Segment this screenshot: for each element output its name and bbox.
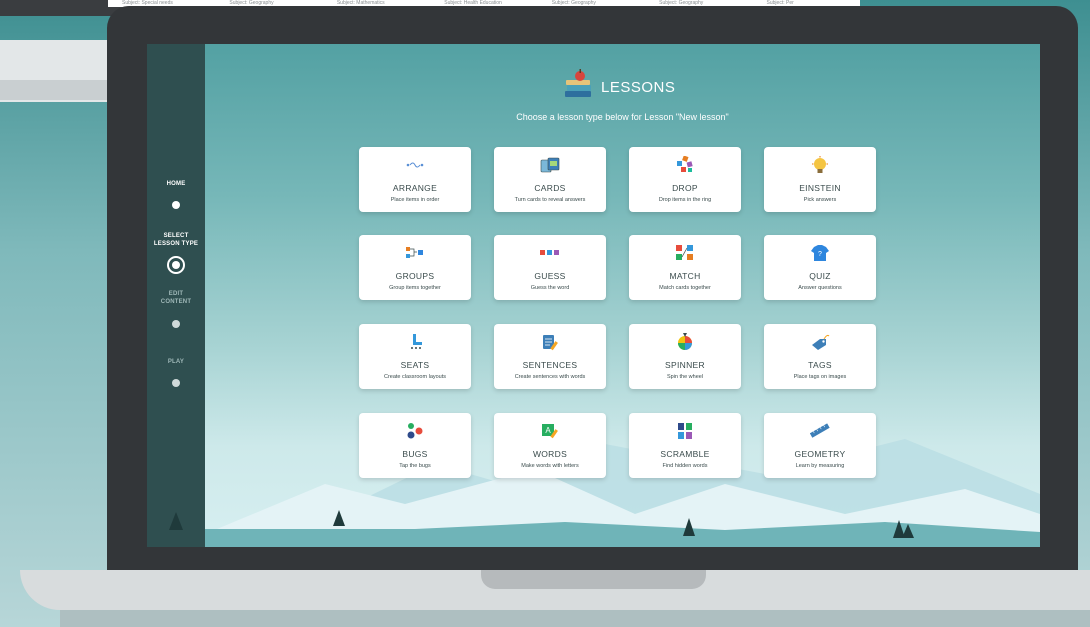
lesson-card-geometry[interactable]: GEOMETRY Learn by measuring bbox=[764, 413, 876, 478]
lesson-card-match[interactable]: MATCH Match cards together bbox=[629, 235, 741, 300]
lesson-card-description: Guess the word bbox=[530, 285, 570, 291]
lesson-card-title: SCRAMBLE bbox=[660, 449, 710, 459]
step-select-lesson-type-label[interactable]: SELECT LESSON TYPE bbox=[147, 232, 205, 248]
laptop-screen: HOME SELECT LESSON TYPE EDIT CONTENT PLA… bbox=[147, 44, 1040, 547]
lesson-card-description: Create classroom layouts bbox=[383, 374, 447, 380]
lesson-card-cards[interactable]: CARDS Turn cards to reveal answers bbox=[494, 147, 606, 212]
lesson-card-quiz[interactable]: ? QUIZ Answer questions bbox=[764, 235, 876, 300]
spinner-wheel-icon bbox=[675, 333, 695, 351]
sentences-icon bbox=[540, 333, 560, 351]
lesson-card-words[interactable]: A WORDS Make words with letters bbox=[494, 413, 606, 478]
lesson-card-title: MATCH bbox=[669, 271, 701, 281]
tree-icon bbox=[169, 512, 183, 530]
laptop-base-shadow bbox=[60, 610, 1090, 627]
quiz-shirt-icon: ? bbox=[810, 244, 830, 262]
scramble-icon bbox=[675, 422, 695, 440]
page-title: LESSONS bbox=[601, 79, 676, 96]
lesson-card-title: TAGS bbox=[808, 360, 832, 370]
lesson-card-title: SEATS bbox=[400, 360, 430, 370]
ruler-icon bbox=[809, 422, 830, 440]
lesson-card-description: Match cards together bbox=[659, 285, 711, 291]
lesson-card-title: GROUPS bbox=[395, 271, 435, 281]
lesson-card-description: Pick answers bbox=[803, 197, 837, 203]
books-apple-logo-icon bbox=[565, 69, 591, 97]
lesson-card-spinner[interactable]: SPINNER Spin the wheel bbox=[629, 324, 741, 389]
lesson-card-description: Group items together bbox=[389, 285, 441, 291]
lesson-card-title: GEOMETRY bbox=[794, 449, 846, 459]
step-home-label[interactable]: HOME bbox=[147, 180, 205, 188]
lesson-card-description: Turn cards to reveal answers bbox=[514, 197, 586, 203]
lesson-card-groups[interactable]: GROUPS Group items together bbox=[359, 235, 471, 300]
lesson-card-description: Tap the bugs bbox=[399, 463, 431, 469]
sidebar-stepper: HOME SELECT LESSON TYPE EDIT CONTENT PLA… bbox=[147, 44, 205, 547]
lesson-card-description: Drop items in the ring bbox=[658, 197, 712, 203]
laptop-notch bbox=[481, 570, 706, 589]
lightbulb-icon bbox=[810, 156, 830, 174]
step-select-lesson-type-dot[interactable] bbox=[167, 256, 185, 274]
lesson-card-title: EINSTEIN bbox=[799, 183, 841, 193]
lessons-app: LESSONS Choose a lesson type below for L… bbox=[205, 44, 1040, 547]
chair-icon bbox=[405, 333, 425, 351]
lesson-card-description: Make words with letters bbox=[521, 463, 579, 469]
lesson-card-seats[interactable]: SEATS Create classroom layouts bbox=[359, 324, 471, 389]
lesson-card-title: QUIZ bbox=[809, 271, 831, 281]
step-play-dot[interactable] bbox=[172, 379, 180, 387]
step-home-dot[interactable] bbox=[172, 201, 180, 209]
page-subtitle: Choose a lesson type below for Lesson "N… bbox=[516, 112, 729, 122]
drop-icon bbox=[675, 155, 695, 174]
lesson-card-tags[interactable]: TAGS Place tags on images bbox=[764, 324, 876, 389]
lesson-card-title: CARDS bbox=[534, 183, 566, 193]
lesson-card-title: SENTENCES bbox=[522, 360, 578, 370]
lesson-card-bugs[interactable]: BUGS Tap the bugs bbox=[359, 413, 471, 478]
lesson-card-guess[interactable]: GUESS Guess the word bbox=[494, 235, 606, 300]
words-icon: A bbox=[540, 422, 560, 440]
bugs-icon bbox=[405, 422, 425, 440]
lesson-card-title: GUESS bbox=[534, 271, 566, 281]
lesson-card-title: DROP bbox=[672, 183, 698, 193]
groups-icon bbox=[405, 244, 425, 262]
match-icon bbox=[675, 244, 695, 262]
arrange-icon bbox=[405, 156, 425, 174]
lesson-card-description: Find hidden words bbox=[662, 463, 708, 469]
lesson-card-description: Learn by measuring bbox=[795, 463, 845, 469]
step-edit-content-label[interactable]: EDIT CONTENT bbox=[147, 290, 205, 306]
tag-icon bbox=[810, 333, 830, 351]
svg-text:A: A bbox=[545, 426, 551, 435]
svg-text:?: ? bbox=[818, 251, 822, 258]
lesson-card-title: BUGS bbox=[402, 449, 428, 459]
step-play-label[interactable]: PLAY bbox=[147, 358, 205, 366]
lesson-card-description: Answer questions bbox=[798, 285, 842, 291]
lesson-card-sentences[interactable]: SENTENCES Create sentences with words bbox=[494, 324, 606, 389]
step-edit-content-dot[interactable] bbox=[172, 320, 180, 328]
lesson-card-description: Create sentences with words bbox=[514, 374, 586, 380]
lesson-card-scramble[interactable]: SCRAMBLE Find hidden words bbox=[629, 413, 741, 478]
guess-icon bbox=[540, 244, 560, 262]
lesson-card-arrange[interactable]: ARRANGE Place items in order bbox=[359, 147, 471, 212]
cards-icon bbox=[540, 156, 560, 174]
background-window-bar bbox=[0, 80, 110, 100]
lesson-card-title: WORDS bbox=[532, 449, 568, 459]
lesson-card-description: Place items in order bbox=[390, 197, 440, 203]
lesson-card-drop[interactable]: DROP Drop items in the ring bbox=[629, 147, 741, 212]
lesson-card-title: SPINNER bbox=[665, 360, 705, 370]
lesson-card-title: ARRANGE bbox=[392, 183, 438, 193]
lesson-card-description: Place tags on images bbox=[793, 374, 847, 380]
lesson-card-einstein[interactable]: EINSTEIN Pick answers bbox=[764, 147, 876, 212]
lesson-card-description: Spin the wheel bbox=[666, 374, 704, 380]
